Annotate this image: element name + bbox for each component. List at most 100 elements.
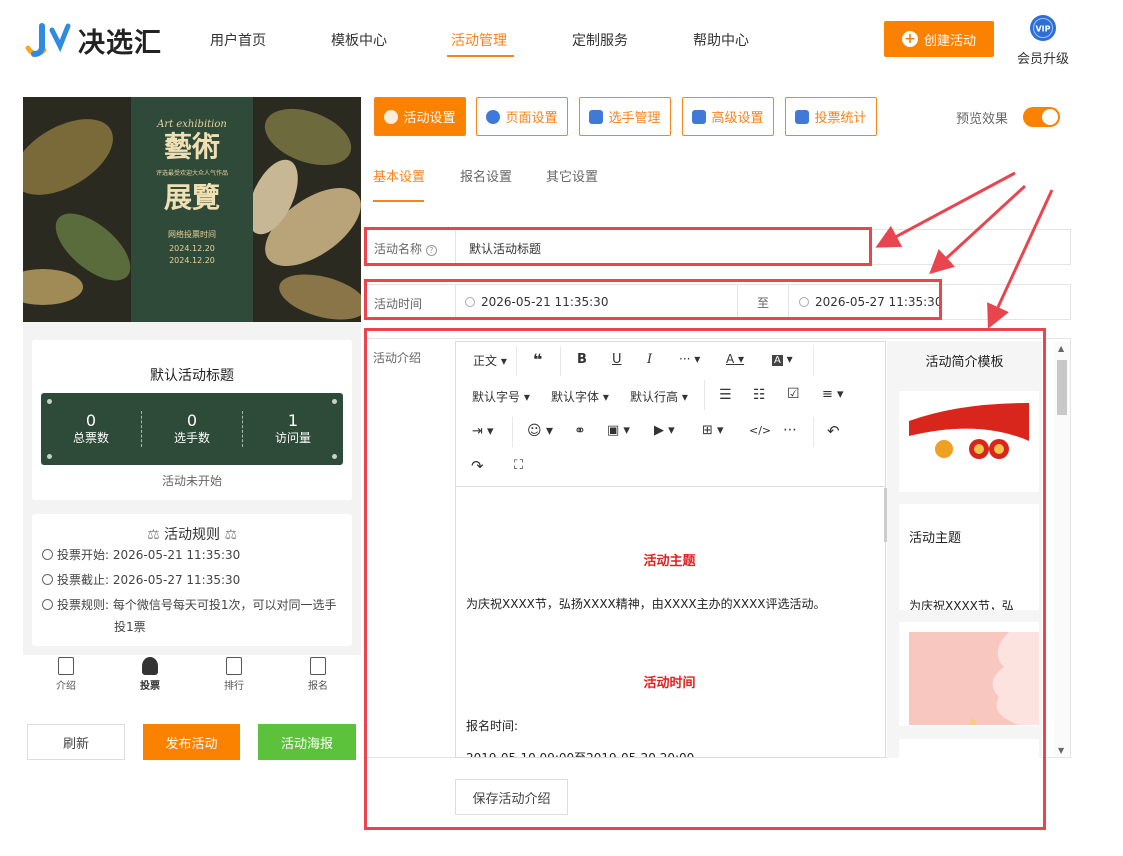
tab-vote[interactable]: 投票 [120, 657, 180, 692]
tab-activity-settings[interactable]: 活动设置 [374, 97, 466, 136]
logo-icon [25, 23, 71, 57]
document-icon [58, 657, 74, 675]
activity-status: 活动未开始 [161, 474, 222, 488]
rules-title-text: 活动规则 [164, 527, 220, 543]
preview-tabbar: 介绍 投票 排行 报名 [23, 655, 361, 697]
stats-box: 0 总票数 0 选手数 1 访问量 [41, 393, 343, 465]
tab-label: 介绍 [56, 681, 76, 692]
subtab-signup[interactable]: 报名设置 [460, 166, 512, 185]
tab-page-settings[interactable]: 页面设置 [476, 97, 568, 136]
annotation-box-name [364, 227, 872, 266]
create-activity-label: 创建活动 [923, 33, 976, 49]
bar-chart-icon [226, 657, 242, 675]
vip-badge-icon: VIP [1030, 15, 1056, 41]
rule-text: 投票规则: 每个微信号每天可投1次，可以对同一选手 [57, 598, 337, 612]
tab-label: 投票 [140, 681, 160, 692]
template-scrollbar[interactable]: ▲ ▼ [1054, 342, 1070, 757]
annotation-box-time [364, 279, 942, 320]
nav-custom-service[interactable]: 定制服务 [572, 30, 628, 50]
scroll-down-icon[interactable]: ▼ [1058, 746, 1064, 755]
create-activity-button[interactable]: + 创建活动 [884, 21, 994, 57]
stat-label: 访问量 [274, 431, 311, 445]
tab-ranking[interactable]: 排行 [204, 657, 264, 692]
nav-activity-management[interactable]: 活动管理 [451, 30, 507, 50]
stat-total-votes: 0 总票数 [41, 412, 141, 446]
poster-en-title: Art exhibition [157, 119, 227, 130]
subtab-active-indicator [373, 200, 424, 202]
publish-button[interactable]: 发布活动 [143, 724, 240, 760]
tab-advanced-settings[interactable]: 高级设置 [682, 97, 774, 136]
stat-value: 0 [186, 411, 198, 430]
stat-label: 选手数 [173, 431, 210, 445]
corner-dot [332, 454, 337, 459]
user-icon [142, 657, 158, 675]
nav-home[interactable]: 用户首页 [210, 30, 266, 50]
preview-toggle-label: 预览效果 [956, 112, 1009, 127]
rule-text: 投票开始: 2026-05-21 11:35:30 [57, 548, 241, 562]
vip-upgrade[interactable]: VIP 会员升级 [1016, 14, 1070, 67]
refresh-button[interactable]: 刷新 [27, 724, 125, 760]
poster-title-2: 展覽 [163, 181, 220, 214]
id-card-icon [310, 657, 326, 675]
tab-vote-stats[interactable]: 投票统计 [785, 97, 877, 136]
tab-label: 活动设置 [403, 111, 456, 126]
tab-label: 高级设置 [711, 111, 764, 126]
subtab-other[interactable]: 其它设置 [546, 166, 598, 185]
tab-label: 投票统计 [814, 111, 867, 126]
tab-label: 选手管理 [608, 111, 661, 126]
plus-icon: + [901, 31, 918, 47]
poster-button[interactable]: 活动海报 [258, 724, 356, 760]
logo-text: 决选汇 [78, 27, 162, 59]
tab-label: 排行 [224, 681, 244, 692]
gavel-icon: ⚖ [146, 527, 160, 543]
nav-help[interactable]: 帮助中心 [693, 30, 749, 50]
rule-vote-end: 投票截止: 2026-05-27 11:35:30 [42, 571, 240, 589]
info-icon [42, 599, 53, 610]
activity-poster: Art exhibition 藝術 评选最受欢迎大众人气作品 展覽 网络投票时间… [23, 97, 361, 322]
corner-dot [47, 454, 52, 459]
stat-label: 总票数 [72, 431, 109, 445]
top-header: 决选汇 用户首页 模板中心 活动管理 定制服务 帮助中心 + 创建活动 VIP … [0, 0, 1123, 80]
preview-summary-card: 默认活动标题 0 总票数 0 选手数 1 访问量 活动未开始 [32, 340, 352, 500]
annotation-box-intro [364, 328, 1046, 830]
tab-label: 报名 [308, 681, 328, 692]
rule-vote-rule: 投票规则: 每个微信号每天可投1次，可以对同一选手 [42, 596, 337, 614]
preview-title: 默认活动标题 [150, 368, 234, 384]
clock-icon [42, 549, 53, 560]
rules-title: ⚖ 活动规则 ⚖ [32, 524, 352, 544]
rule-text: 投票截止: 2026-05-27 11:35:30 [57, 573, 241, 587]
star-icon [384, 109, 399, 124]
stat-value: 0 [85, 411, 97, 430]
bar-chart-icon [795, 109, 810, 124]
corner-dot [332, 399, 337, 404]
rules-card: ⚖ 活动规则 ⚖ 投票开始: 2026-05-21 11:35:30 投票截止:… [32, 514, 352, 646]
poster-title-1: 藝術 [163, 130, 220, 163]
tab-label: 页面设置 [505, 111, 558, 126]
rule-vote-rule-cont: 投1票 [114, 620, 146, 634]
nav-templates[interactable]: 模板中心 [331, 30, 387, 50]
sliders-icon [692, 109, 707, 124]
stat-visits: 1 访问量 [243, 412, 343, 446]
gavel-icon: ⚖ [224, 527, 238, 543]
scroll-up-icon[interactable]: ▲ [1058, 344, 1064, 353]
tab-intro[interactable]: 介绍 [36, 657, 96, 692]
nav-active-indicator [447, 55, 514, 57]
scrollbar-thumb[interactable] [1057, 360, 1067, 415]
gear-icon [486, 109, 501, 124]
rule-vote-start: 投票开始: 2026-05-21 11:35:30 [42, 546, 240, 564]
preview-toggle[interactable] [1023, 107, 1060, 127]
tab-contestant-management[interactable]: 选手管理 [579, 97, 671, 136]
toggle-knob [1042, 109, 1058, 125]
poster-subtitle: 评选最受欢迎大众人气作品 [155, 170, 228, 177]
tab-signup[interactable]: 报名 [288, 657, 348, 692]
corner-dot [47, 399, 52, 404]
logo[interactable]: 决选汇 [24, 20, 162, 60]
poster-vote-label: 网络投票时间 [168, 230, 216, 239]
vip-badge-text: VIP [1035, 25, 1050, 34]
subtab-basic[interactable]: 基本设置 [373, 166, 425, 185]
users-icon [589, 109, 604, 124]
poster-date-2: 2024.12.20 [169, 256, 215, 265]
poster-title-panel: Art exhibition 藝術 评选最受欢迎大众人气作品 展覽 网络投票时间… [131, 97, 253, 322]
poster-date-1: 2024.12.20 [169, 244, 215, 253]
stat-contestants: 0 选手数 [142, 412, 242, 446]
